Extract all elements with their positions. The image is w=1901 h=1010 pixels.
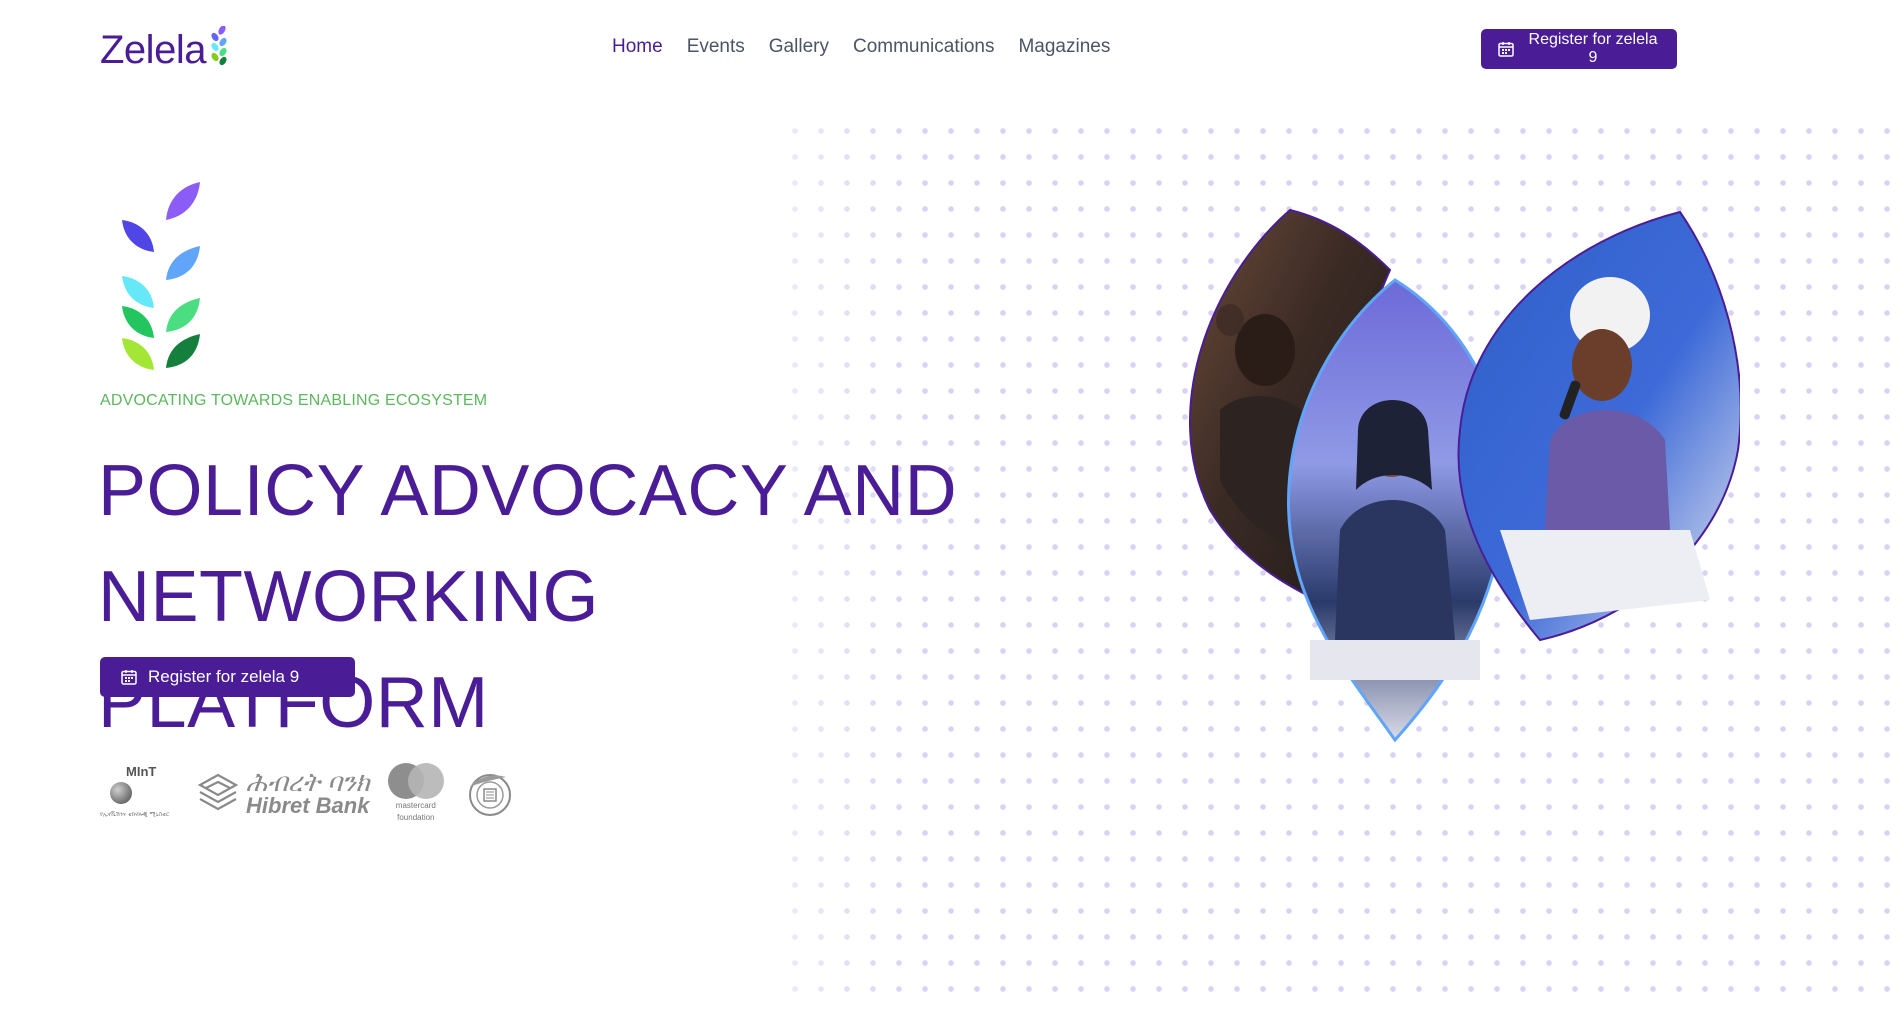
site-header: Zelela Home Events Gallery Communication…: [0, 0, 1901, 100]
brand-logo[interactable]: Zelela: [100, 26, 228, 72]
mint-title: MInT: [126, 764, 157, 779]
hero-leaf-photos: [1189, 208, 1740, 743]
government-seal-icon[interactable]: [462, 767, 514, 819]
nav-item-events[interactable]: Events: [687, 36, 745, 58]
hero-register-label: Register for zelela 9: [148, 667, 300, 686]
calendar-icon: [1498, 42, 1514, 57]
sprout-icon: [211, 26, 227, 66]
nav-item-gallery[interactable]: Gallery: [769, 36, 829, 58]
hero-register-button[interactable]: Register for zelela 9: [100, 657, 355, 697]
nav-item-communications[interactable]: Communications: [853, 36, 995, 58]
globe-icon: [110, 782, 132, 804]
mastercard-line1: mastercard: [395, 801, 436, 810]
partner-logo-mastercard-foundation[interactable]: mastercard foundation: [387, 763, 444, 823]
hero-headline-line1: POLICY ADVOCACY AND: [98, 451, 958, 531]
sprout-illustration-icon: [122, 182, 200, 370]
mint-subtitle: የኢኖቬሽንና ቴክኖሎጂ ሚኒስቴር: [100, 812, 170, 818]
photo-leaf-speaker-microphone: [1457, 210, 1740, 642]
partner-logo-hibret-bank[interactable]: ሕብረት ባንክ Hibret Bank: [196, 769, 370, 817]
main-nav: Home Events Gallery Communications Magaz…: [612, 36, 1110, 58]
hero-headline-line2: NETWORKING PLATFORM: [98, 557, 599, 743]
partner-logo-mint[interactable]: MInT የኢኖቬሽንና ቴክኖሎጂ ሚኒስቴር: [100, 764, 178, 822]
hero-headline: POLICY ADVOCACY AND NETWORKING PLATFORM: [98, 438, 978, 756]
hero-tagline: ADVOCATING TOWARDS ENABLING ECOSYSTEM: [100, 392, 488, 409]
nav-item-home[interactable]: Home: [612, 36, 663, 58]
mastercard-circles-icon: [387, 763, 444, 799]
mastercard-line2: foundation: [397, 813, 435, 822]
hibret-stack-icon: [197, 773, 239, 811]
header-register-label: Register for zelela 9: [1528, 31, 1658, 66]
brand-name: Zelela: [100, 28, 206, 72]
hibret-amharic-name: ሕብረት ባንክ: [246, 767, 370, 797]
partner-logos: MInT የኢኖቬሽንና ቴክኖሎጂ ሚኒስቴር ሕብረት ባንክ Hibret…: [100, 762, 514, 824]
header-register-button[interactable]: Register for zelela 9: [1481, 29, 1677, 69]
hibret-english-name: Hibret Bank: [246, 793, 370, 818]
nav-item-magazines[interactable]: Magazines: [1018, 36, 1110, 58]
calendar-icon: [121, 670, 137, 685]
